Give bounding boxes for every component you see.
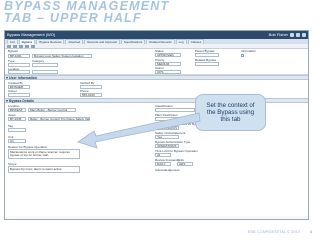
units-field[interactable]: HRS — [177, 162, 193, 166]
reason-textarea[interactable]: Maintenance work on flame scanner requir… — [8, 149, 80, 159]
home-icon[interactable] — [290, 33, 294, 37]
information-checkbox[interactable] — [241, 54, 244, 57]
tab-attached[interactable]: Attached — [65, 39, 84, 44]
app-window-title: Bypass Management (WO) — [7, 32, 56, 37]
bypass-header-form: Bypass BP-1001 Bypass Loop Safety System… — [5, 49, 308, 75]
classification-field[interactable] — [155, 108, 195, 112]
user-owner-field[interactable] — [8, 93, 30, 97]
bypass-label: Bypass — [8, 49, 18, 53]
phone-field[interactable]: 555-0100 — [80, 93, 102, 97]
next-icon[interactable] — [25, 44, 29, 48]
tab-related-records[interactable]: Related Records — [146, 39, 175, 44]
details-asset-field[interactable]: BT-2045 — [8, 117, 26, 121]
details-location-field[interactable]: BPWEST — [8, 108, 26, 112]
location-desc-field[interactable] — [32, 70, 58, 74]
monitoring-field[interactable]: CONTINUOUS — [155, 126, 179, 130]
review-frequency-field[interactable]: DAILY — [155, 162, 171, 166]
chevron-down-icon — [6, 100, 8, 102]
owner-field[interactable]: OPS — [155, 70, 181, 74]
details-unit-field[interactable]: U1 — [8, 139, 26, 143]
help-icon[interactable] — [296, 33, 300, 37]
slide-title: Bypass Management Tab – Upper Half — [4, 0, 244, 24]
related-bypass-field[interactable] — [195, 62, 219, 66]
tab-bypass-reviews[interactable]: Bypass Reviews — [36, 39, 65, 44]
slide-title-line2: Tab – Upper Half — [4, 11, 142, 25]
acknowledgement-label: Acknowledgement — [155, 168, 180, 172]
chevron-down-icon — [6, 77, 8, 79]
tab-classes[interactable]: Classes — [187, 39, 205, 44]
tab-records-approval[interactable]: Records and Approval — [84, 39, 120, 44]
time-limit-field[interactable]: 24 — [155, 153, 171, 157]
tab-list[interactable]: List — [7, 39, 18, 44]
scope-textarea[interactable]: Bypass trip input; alarm remains active. — [8, 166, 80, 173]
save-icon[interactable] — [13, 44, 17, 48]
app-titlebar: Bypass Management (WO) Bob Fisher — [5, 31, 308, 39]
user-name: Bob Fisher — [268, 32, 288, 37]
details-asset-desc[interactable]: Boiler - Burner Control Trip Flame Safet… — [28, 117, 90, 121]
logout-icon[interactable] — [302, 33, 306, 37]
previous-icon[interactable] — [19, 44, 23, 48]
category-field[interactable] — [32, 63, 58, 67]
tab-bypass[interactable]: Bypass — [18, 39, 36, 44]
print-icon[interactable] — [31, 44, 35, 48]
tab-specifications[interactable]: Specifications — [120, 39, 146, 44]
status-field[interactable]: APPROVED — [155, 53, 181, 57]
safety-critical-field[interactable]: Yes — [155, 135, 179, 139]
location-field[interactable] — [8, 70, 30, 74]
authorization-field[interactable]: OPERATIONS — [155, 144, 179, 148]
bypass-field[interactable]: BP-1001 — [8, 54, 30, 58]
new-record-icon[interactable] — [7, 44, 11, 48]
details-location-desc[interactable]: Main Boiler - Burner Control — [28, 108, 76, 112]
footer-text: ESB CONFIDENTIAL © 2010 — [247, 229, 300, 234]
page-number: 4 — [309, 229, 312, 234]
tab-log[interactable]: Log — [175, 39, 187, 44]
callout-text: Set the context of the Bypass using this… — [206, 102, 255, 123]
description-field[interactable]: Bypass Loop Safety System Isolation — [32, 54, 92, 58]
information-label: Information — [241, 49, 257, 53]
parent-bypass-field[interactable] — [195, 53, 219, 57]
plant-description-field[interactable] — [155, 117, 195, 121]
details-tag-field[interactable] — [8, 128, 26, 132]
callout-box: Set the context of the Bypass using this… — [195, 94, 266, 131]
